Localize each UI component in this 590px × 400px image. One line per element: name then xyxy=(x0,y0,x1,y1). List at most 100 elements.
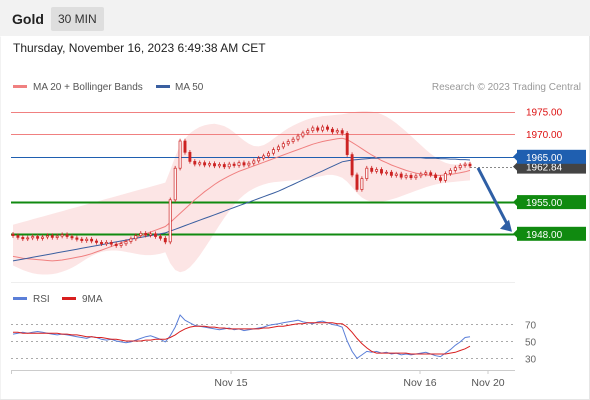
candle-body xyxy=(183,140,187,153)
candle-body xyxy=(100,242,103,245)
candle-body xyxy=(385,171,388,174)
candle-body xyxy=(50,235,54,238)
candle-body xyxy=(237,162,241,166)
candle-body xyxy=(163,237,167,243)
candle-body xyxy=(399,173,403,178)
bollinger-fill xyxy=(13,111,470,275)
candle-body xyxy=(203,162,207,166)
rsi-tick-label: 70 xyxy=(525,321,537,332)
candle-body xyxy=(80,238,84,241)
candle-body xyxy=(404,175,408,178)
candle-body xyxy=(60,234,64,237)
candle-body xyxy=(326,126,329,130)
candle-body xyxy=(429,172,433,176)
candle-body xyxy=(316,127,320,131)
candle-body xyxy=(355,174,359,190)
ma9-legend-label: 9MA xyxy=(82,294,103,305)
candle-body xyxy=(213,163,216,167)
candle-body xyxy=(158,236,162,239)
candle-body xyxy=(414,175,418,179)
level-labels: 1975.00 1970.00 1962.841965.00 1955.00 1948.… xyxy=(513,108,586,241)
candle-body xyxy=(419,173,423,177)
candle-body xyxy=(154,233,157,237)
candle-body xyxy=(222,164,226,168)
candle-body xyxy=(340,130,344,134)
candle-body xyxy=(168,199,172,243)
candle-body xyxy=(95,240,98,243)
candle-body xyxy=(247,162,251,166)
candle-body xyxy=(301,132,305,137)
current-level-label: 1962.84 xyxy=(526,163,563,174)
forecast-arrow xyxy=(476,167,512,232)
candle-body xyxy=(11,233,15,236)
candle-body xyxy=(365,167,369,179)
candle-body xyxy=(306,130,310,134)
candle-body xyxy=(124,241,128,245)
candle-body xyxy=(257,157,261,162)
ma9-legend-swatch xyxy=(62,297,76,300)
rsi-legend-swatch xyxy=(13,297,27,300)
candle-body xyxy=(119,243,123,246)
candle-body xyxy=(286,141,290,145)
candle-body xyxy=(104,242,108,245)
candle-body xyxy=(350,154,354,176)
candle-body xyxy=(178,140,182,169)
x-tick-label: Nov 16 xyxy=(403,377,436,389)
support-label-pointer xyxy=(513,229,517,238)
candle-body xyxy=(434,174,438,178)
candle-body xyxy=(85,238,89,241)
current-label-pointer xyxy=(513,162,517,171)
candle-body xyxy=(296,135,300,140)
candle-body xyxy=(394,173,398,176)
x-axis-ticks: Nov 15 Nov 16 Nov 20 xyxy=(11,370,505,389)
candle-body xyxy=(424,172,428,175)
candle-body xyxy=(335,130,339,133)
candle-body xyxy=(114,243,118,246)
rsi-tick-label: 50 xyxy=(525,338,537,349)
candle-body xyxy=(227,163,231,168)
candle-body xyxy=(173,167,177,201)
candle-body xyxy=(360,178,364,190)
rsi-legend-label: RSI xyxy=(33,294,50,305)
candle-body xyxy=(321,126,325,131)
candle-body xyxy=(90,238,94,242)
support-level-label: 1955.00 xyxy=(526,198,563,209)
x-tick-label: Nov 20 xyxy=(471,377,504,389)
resistance-level-label: 1975.00 xyxy=(526,108,563,119)
ma50-legend-label: MA 50 xyxy=(175,82,204,93)
candle-body xyxy=(271,149,275,154)
rsi-line xyxy=(12,314,471,359)
candle-body xyxy=(198,162,202,165)
candle-body xyxy=(443,173,447,181)
candle-body xyxy=(375,169,379,172)
candle-body xyxy=(262,155,266,159)
candle-body xyxy=(208,163,212,166)
candle-body xyxy=(75,237,79,240)
candle-body xyxy=(109,242,113,245)
candle-body xyxy=(453,167,457,171)
candle-body xyxy=(345,132,349,155)
candle-body xyxy=(439,177,442,181)
price-chart: MA 20 + Bollinger Bands MA 50 Research ©… xyxy=(0,36,590,400)
candle-body xyxy=(276,146,280,150)
candle-body xyxy=(330,128,334,133)
candle-body xyxy=(129,238,133,242)
candle-body xyxy=(55,235,59,238)
pivot-label-pointer xyxy=(513,152,517,161)
ma50-legend-swatch xyxy=(156,85,170,88)
candle-body xyxy=(65,234,69,237)
candle-body xyxy=(70,236,74,239)
ma20-legend-swatch xyxy=(13,85,27,88)
support-label-pointer xyxy=(513,198,517,207)
ma20-legend-label: MA 20 + Bollinger Bands xyxy=(33,82,143,93)
candle-body xyxy=(267,152,270,157)
candle-body xyxy=(21,237,25,240)
research-credit: Research © 2023 Trading Central xyxy=(432,82,581,93)
candle-body xyxy=(144,232,148,236)
candle-body xyxy=(45,235,49,238)
forecast-arrow-shaft xyxy=(476,167,510,227)
candle-body xyxy=(36,236,40,239)
candle-body xyxy=(389,171,393,176)
candle-body xyxy=(291,138,295,142)
candle-body xyxy=(149,233,153,236)
